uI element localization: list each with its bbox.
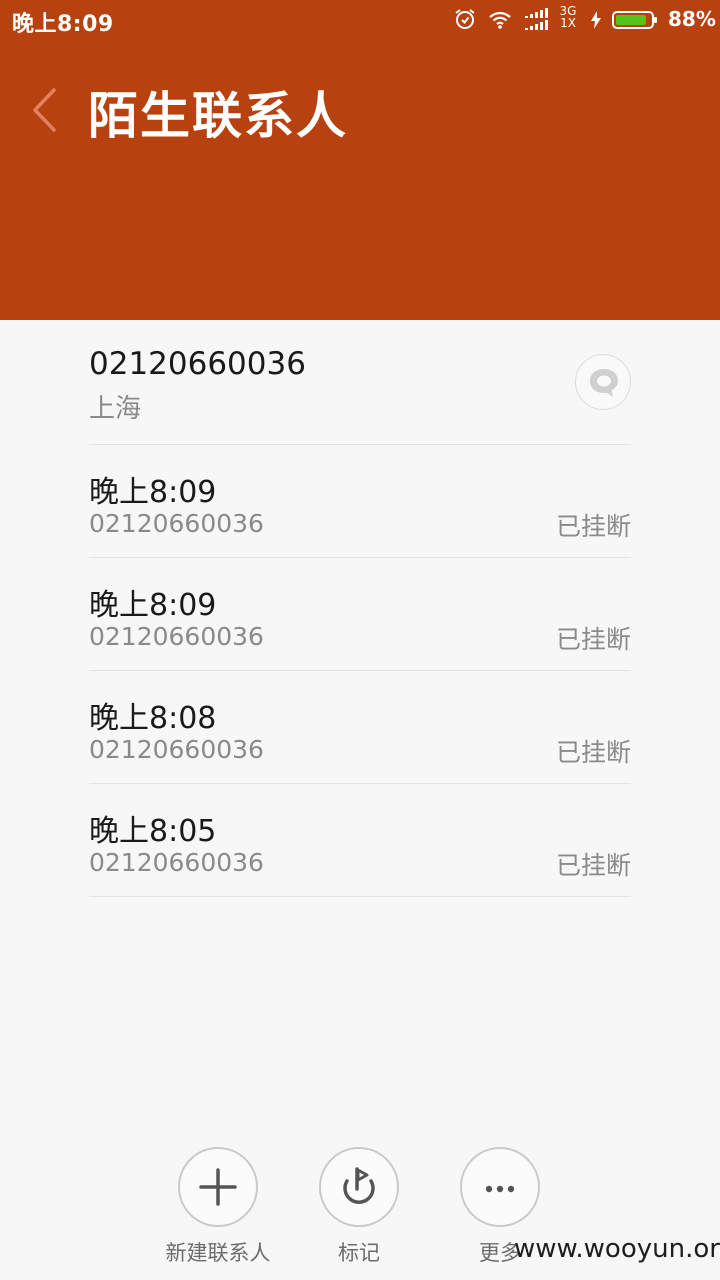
header: 晚上8:09 3G 1X 88% 陌生联系人 — [0, 0, 720, 320]
call-time: 晚上8:08 — [89, 701, 217, 736]
call-time: 晚上8:09 — [89, 475, 217, 510]
call-log-list: 晚上8:09 02120660036 已挂断 晚上8:09 0212066003… — [89, 445, 631, 897]
call-time: 晚上8:05 — [89, 814, 217, 849]
contact-location: 上海 — [89, 394, 142, 424]
call-log-item[interactable]: 晚上8:09 02120660036 已挂断 — [89, 445, 631, 558]
message-bubble-icon — [590, 369, 618, 397]
call-time: 晚上8:09 — [89, 588, 217, 623]
wifi-icon — [489, 11, 511, 29]
call-log-item[interactable]: 晚上8:09 02120660036 已挂断 — [89, 558, 631, 671]
network-type: 3G 1X — [559, 4, 577, 30]
new-contact-circle[interactable] — [178, 1147, 258, 1227]
charging-icon — [591, 11, 601, 29]
more-circle[interactable] — [460, 1147, 540, 1227]
call-number: 02120660036 — [89, 622, 264, 651]
status-time: 晚上8:09 — [12, 12, 114, 37]
chevron-left-icon — [33, 88, 56, 132]
status-bar: 晚上8:09 3G 1X 88% — [0, 0, 720, 40]
more-dots-icon — [485, 1185, 515, 1193]
call-status: 已挂断 — [555, 738, 631, 767]
call-number: 02120660036 — [89, 848, 264, 877]
call-log-item[interactable]: 晚上8:08 02120660036 已挂断 — [89, 671, 631, 784]
call-status: 已挂断 — [555, 625, 631, 654]
battery-percent: 88% — [668, 7, 716, 31]
message-button[interactable] — [575, 354, 631, 410]
page-title: 陌生联系人 — [88, 87, 348, 145]
call-number: 02120660036 — [89, 735, 264, 764]
new-contact-button[interactable]: 新建联系人 — [148, 1147, 288, 1267]
flag-icon — [343, 1167, 375, 1204]
contact-info: 02120660036 上海 — [89, 320, 631, 445]
call-status: 已挂断 — [555, 851, 631, 880]
call-number: 02120660036 — [89, 509, 264, 538]
back-button[interactable] — [22, 80, 66, 140]
contact-number[interactable]: 02120660036 — [89, 346, 306, 382]
watermark: www.wooyun.org — [514, 1234, 720, 1264]
call-status: 已挂断 — [555, 512, 631, 541]
mark-label: 标记 — [338, 1241, 380, 1265]
new-contact-label: 新建联系人 — [165, 1241, 271, 1265]
call-log-item[interactable]: 晚上8:05 02120660036 已挂断 — [89, 784, 631, 897]
battery-icon — [612, 11, 657, 29]
mark-circle[interactable] — [319, 1147, 399, 1227]
signal-icon — [525, 8, 548, 30]
plus-icon — [199, 1168, 237, 1206]
mark-button[interactable]: 标记 — [289, 1147, 429, 1267]
alarm-icon — [455, 9, 475, 29]
